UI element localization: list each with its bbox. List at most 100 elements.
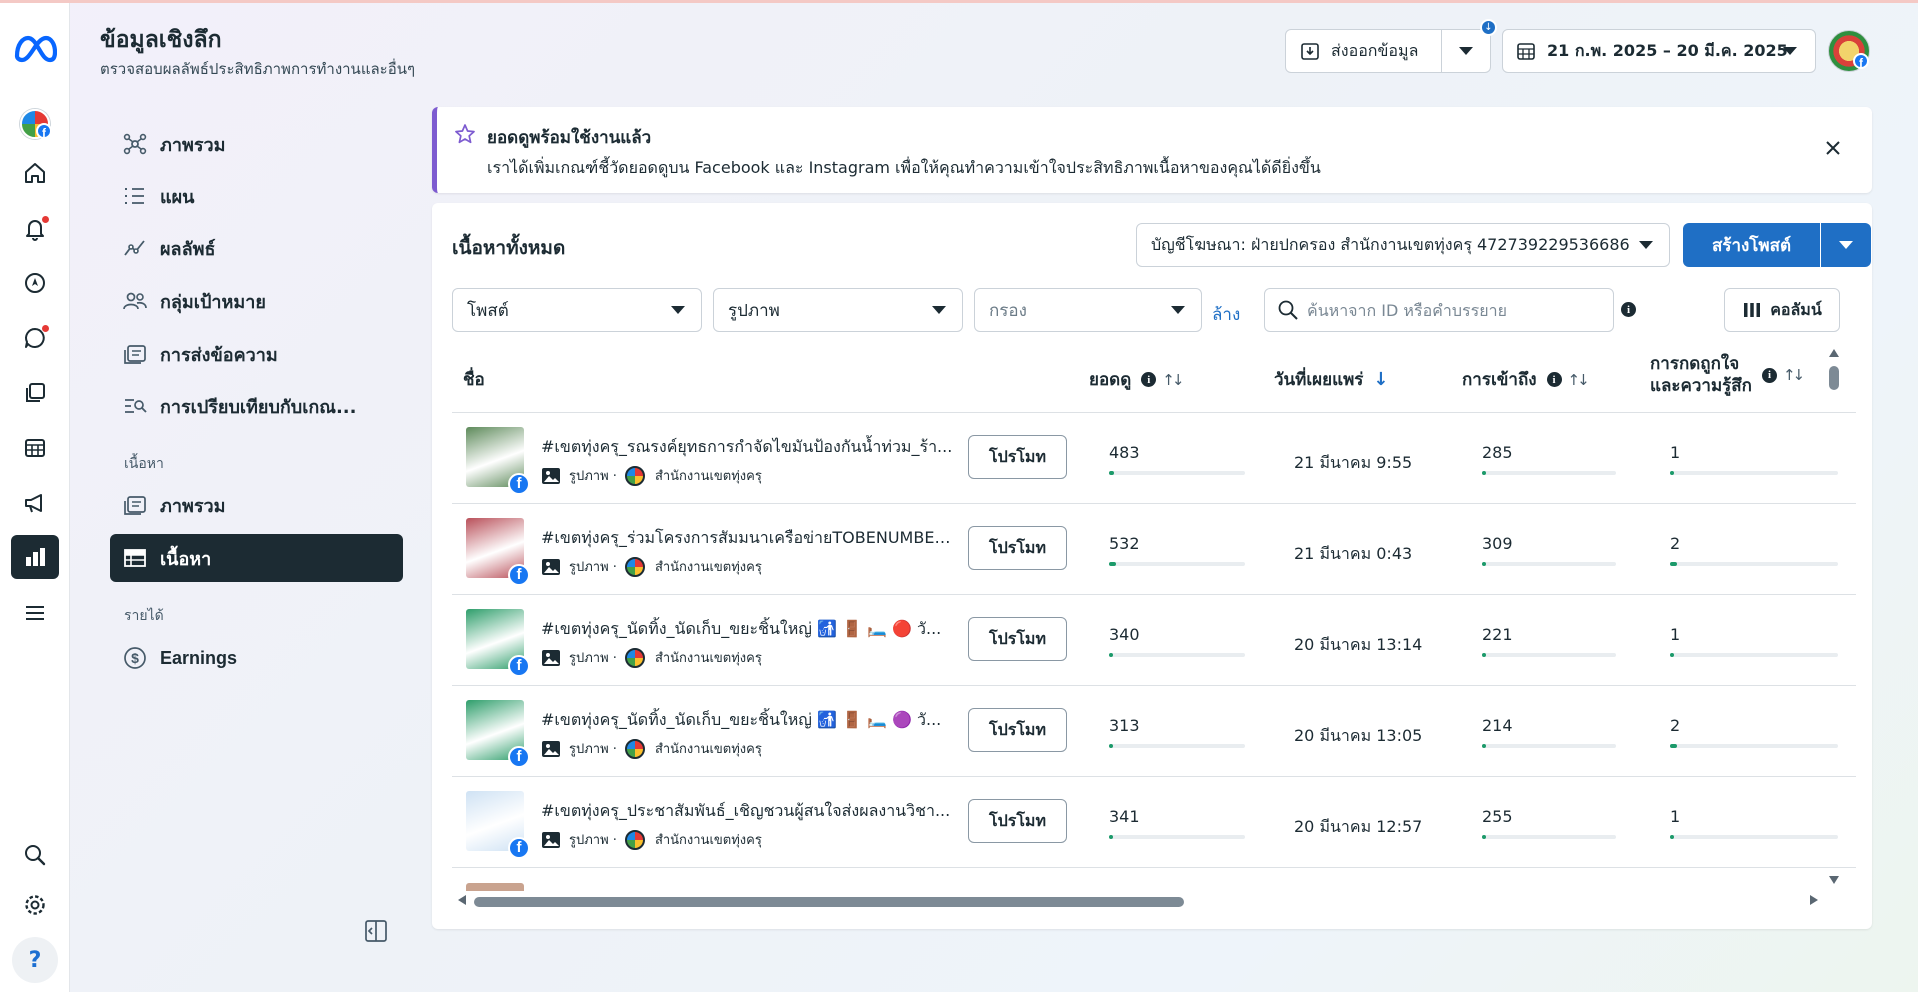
info-icon[interactable]: i xyxy=(1546,372,1562,387)
compass-icon[interactable] xyxy=(11,261,59,305)
promote-button[interactable]: โปรโมท xyxy=(968,435,1067,479)
reactions-bar-fill xyxy=(1670,744,1677,748)
post-caption[interactable]: #เขตทุ่งครุ_ประชาสัมพันธ์_เชิญชวนผู้สนใจ… xyxy=(541,799,957,824)
promote-button[interactable]: โปรโมท xyxy=(968,617,1067,661)
info-icon[interactable]: i xyxy=(1761,367,1777,383)
filter-placeholder: กรอง xyxy=(989,300,1027,321)
page-avatar-icon xyxy=(624,738,645,759)
info-icon[interactable]: i xyxy=(1141,372,1157,387)
column-label: วันที่เผยแพร่ xyxy=(1274,370,1364,390)
published-date: 20 มีนาคม 13:05 xyxy=(1294,726,1423,745)
sort-descending-icon[interactable]: ↓ xyxy=(1373,369,1388,390)
page-avatar-icon xyxy=(624,556,645,577)
ad-account-select[interactable]: บัญชีโฆษณา: ฝ่ายปกครอง สำนักงานเขตทุ่งคร… xyxy=(1136,223,1670,267)
reach-bar xyxy=(1482,744,1616,748)
post-thumbnail[interactable]: f xyxy=(466,700,530,768)
nav-earnings[interactable]: $ Earnings xyxy=(110,634,403,682)
page-subtitle: ตรวจสอบผลลัพธ์ประสิทธิภาพการทำงานและอื่น… xyxy=(100,60,416,78)
nav-overview[interactable]: ภาพรวม xyxy=(110,120,403,168)
nav-content[interactable]: เนื้อหา xyxy=(110,534,403,582)
views-bar-fill xyxy=(1109,562,1116,566)
insights-icon[interactable] xyxy=(11,535,59,579)
meta-logo[interactable] xyxy=(13,34,57,64)
promote-button[interactable]: โปรโมท xyxy=(968,526,1067,570)
promote-button[interactable]: โปรโมท xyxy=(968,708,1067,752)
reach-value: 309 xyxy=(1482,534,1513,553)
post-meta: รูปภาพ · สำนักงานเขตทุ่งครุ xyxy=(541,556,762,577)
scroll-up-icon[interactable] xyxy=(1829,349,1839,357)
column-header-published[interactable]: วันที่เผยแพร่ ↓ xyxy=(1274,366,1389,393)
post-thumbnail[interactable]: f xyxy=(466,518,530,586)
promote-button[interactable]: โปรโมท xyxy=(968,799,1067,843)
nav-section-content: เนื้อหา xyxy=(124,456,164,472)
nav-label: Earnings xyxy=(160,647,238,668)
export-dropdown[interactable] xyxy=(1442,29,1491,73)
menu-icon[interactable] xyxy=(11,591,59,635)
date-range-picker[interactable]: 21 ก.พ. 2025 – 20 มี.ค. 2025 xyxy=(1502,29,1816,73)
help-icon[interactable]: ? xyxy=(12,937,58,983)
create-post-button[interactable]: สร้างโพสต์ xyxy=(1683,223,1820,267)
reach-value: 221 xyxy=(1482,625,1513,644)
sort-icon[interactable]: ↑↓ xyxy=(1783,366,1805,384)
table-icon[interactable] xyxy=(11,426,59,470)
post-thumbnail[interactable]: f xyxy=(466,427,530,495)
column-label: การกดถูกใจ xyxy=(1650,354,1740,374)
nav-plan[interactable]: แผน xyxy=(110,172,403,220)
column-header-reactions[interactable]: การกดถูกใจ และความรู้สึก i ↑↓ xyxy=(1650,353,1805,397)
nav-label: ภาพรวม xyxy=(160,495,226,517)
post-thumbnail[interactable]: f xyxy=(466,609,530,677)
post-caption[interactable]: #เขตทุ่งครุ_นัดทิ้ง_นัดเก็บ_ขยะชิ้นใหญ่ … xyxy=(541,617,957,642)
export-button[interactable]: ส่งออกข้อมูล xyxy=(1285,29,1442,73)
column-header-views[interactable]: ยอดดู i ↑↓ xyxy=(1089,366,1184,393)
nav-results[interactable]: ผลลัพธ์ xyxy=(110,224,403,272)
views-value: 313 xyxy=(1109,716,1140,735)
create-post-dropdown[interactable] xyxy=(1821,223,1871,267)
nav-content-overview[interactable]: ภาพรวม xyxy=(110,481,403,529)
post-thumbnail[interactable]: f xyxy=(466,791,530,859)
messages-icon xyxy=(124,496,146,515)
sort-icon[interactable]: ↑↓ xyxy=(1162,371,1184,389)
nav-messaging[interactable]: การส่งข้อความ xyxy=(110,330,403,378)
page-name: สำนักงานเขตทุ่งครุ xyxy=(654,833,762,848)
columns-button[interactable]: คอลัมน์ xyxy=(1724,288,1840,332)
nav-audience[interactable]: กลุ่มเป้าหมาย xyxy=(110,277,403,325)
views-bar xyxy=(1109,562,1245,566)
page-name: สำนักงานเขตทุ่งครุ xyxy=(654,469,762,484)
column-header-name[interactable]: ชื่อ xyxy=(463,366,485,393)
format-select[interactable]: รูปภาพ xyxy=(713,288,963,332)
sort-icon[interactable]: ↑↓ xyxy=(1568,371,1590,389)
search-icon[interactable] xyxy=(11,833,59,877)
post-caption[interactable]: #เขตทุ่งครุ_ร่วมโครงการสัมมนาเครือข่ายTO… xyxy=(541,526,957,551)
post-type-label: รูปภาพ · xyxy=(569,833,617,848)
bell-icon[interactable] xyxy=(11,207,59,251)
table-row[interactable]: f #เขตทุ่งครุ_นัดทิ้ง_นัดเก็บ_ขยะชิ้นใหญ… xyxy=(452,686,1856,777)
table-row[interactable]: f #เขตทุ่งครุ_ประชาสัมพันธ์_เชิญชวนผู้สน… xyxy=(452,777,1856,868)
home-icon[interactable] xyxy=(11,151,59,195)
table-row[interactable]: f #เขตทุ่งครุ_นัดทิ้ง_นัดเก็บ_ขยะชิ้นใหญ… xyxy=(452,595,1856,686)
close-icon[interactable] xyxy=(1822,137,1844,159)
search-input[interactable] xyxy=(1307,300,1597,320)
megaphone-icon[interactable] xyxy=(11,481,59,525)
nav-benchmark[interactable]: การเปรียบเทียบกับเกณ... xyxy=(110,382,403,430)
vertical-scrollbar-thumb[interactable] xyxy=(1829,366,1839,390)
chat-icon[interactable] xyxy=(11,316,59,360)
filter-select[interactable]: กรอง xyxy=(974,288,1202,332)
table-row[interactable]: f #เขตทุ่งครุ_รณรงค์ยุทธการกำจัดไขมันป้อ… xyxy=(452,413,1856,504)
scroll-left-icon[interactable] xyxy=(458,895,466,905)
info-icon[interactable]: i xyxy=(1621,302,1636,317)
post-caption[interactable]: #เขตทุ่งครุ_รณรงค์ยุทธการกำจัดไขมันป้องก… xyxy=(541,435,957,460)
column-header-reach[interactable]: การเข้าถึง i ↑↓ xyxy=(1462,366,1590,393)
collapse-sidebar-icon[interactable] xyxy=(363,918,389,944)
column-label: และความรู้สึก xyxy=(1650,376,1752,396)
post-caption[interactable]: #เขตทุ่งครุ_นัดทิ้ง_นัดเก็บ_ขยะชิ้นใหญ่ … xyxy=(541,708,957,733)
pages-icon[interactable] xyxy=(11,371,59,415)
horizontal-scrollbar-thumb[interactable] xyxy=(474,897,1184,907)
scroll-right-icon[interactable] xyxy=(1810,895,1818,905)
settings-icon[interactable] xyxy=(11,883,59,927)
scroll-down-icon[interactable] xyxy=(1829,876,1839,884)
table-row[interactable]: f #เขตทุ่งครุ_ร่วมโครงการสัมมนาเครือข่าย… xyxy=(452,504,1856,595)
views-value: 341 xyxy=(1109,807,1140,826)
post-type-select[interactable]: โพสต์ xyxy=(452,288,702,332)
trend-icon xyxy=(124,240,145,256)
clear-filters-link[interactable]: ล้าง xyxy=(1212,301,1240,328)
